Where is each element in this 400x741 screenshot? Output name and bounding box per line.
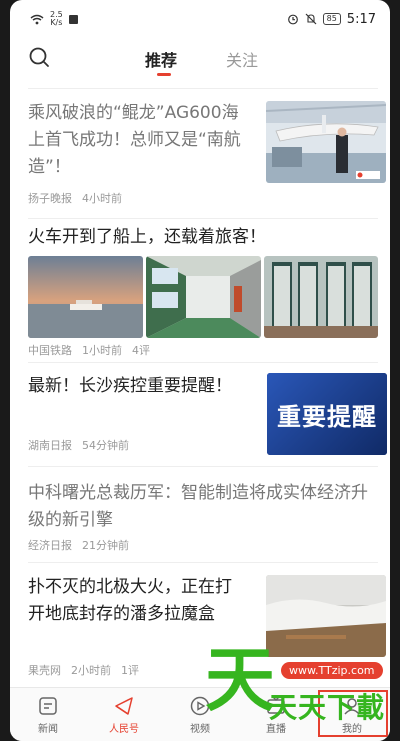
news-thumbnail: 重要提醒 xyxy=(267,373,387,455)
bottom-tab-label: 人民号 xyxy=(109,724,139,735)
bottom-tab-news[interactable]: 新闻 xyxy=(10,688,86,741)
news-item[interactable]: 扑不灭的北极大火，正在打开地底封存的潘多拉魔盒 果壳网 2小时前 1评 xyxy=(28,574,386,684)
news-feed[interactable]: ━━━━━━ ━━━━━━ 乘风破浪的“鲲龙”AG600海上首飞成功！总师又是“… xyxy=(10,78,390,687)
news-title: 扑不灭的北极大火，正在打开地底封存的潘多拉魔盒 xyxy=(28,577,232,624)
tab-follow[interactable]: 关注 xyxy=(226,47,258,71)
divider xyxy=(28,466,378,467)
bottom-tab-video[interactable]: 视频 xyxy=(162,688,238,741)
news-meta: 果壳网 2小时前 1评 xyxy=(28,662,149,678)
news-title: 乘风破浪的“鲲龙”AG600海上首飞成功！总师又是“南航造”！ xyxy=(28,103,241,177)
bottom-tab-live[interactable]: 直播 xyxy=(238,688,314,741)
news-comments: 4评 xyxy=(132,344,150,357)
search-icon[interactable] xyxy=(28,46,50,68)
news-meta: 湖南日报 54分钟前 xyxy=(28,437,139,453)
tab-active-indicator xyxy=(157,73,171,76)
news-title: 中科曙光总裁历军：智能制造将成实体经济升级的新引擎 xyxy=(28,483,368,530)
previous-item-meta-partial: ━━━━━━ ━━━━━━ xyxy=(28,78,111,83)
news-item[interactable]: 中科曙光总裁历军：智能制造将成实体经济升级的新引擎 经济日报 21分钟前 xyxy=(28,480,378,560)
network-speed-unit: K/s xyxy=(50,18,63,27)
news-time: 2小时前 xyxy=(71,664,111,677)
bottom-tab-label: 直播 xyxy=(266,724,286,735)
thumbnail-caption: 重要提醒 xyxy=(277,402,377,431)
news-item[interactable]: 乘风破浪的“鲲龙”AG600海上首飞成功！总师又是“南航造”！ 扬子晚报 4小时前 xyxy=(28,100,386,218)
news-meta: 扬子晚报 4小时前 xyxy=(28,190,132,206)
news-item[interactable]: 火车开到了船上，还载着旅客！ 中国铁路 1小时前 4评 xyxy=(28,224,378,362)
news-time: 54分钟前 xyxy=(82,439,129,452)
news-thumbnail xyxy=(266,575,386,657)
divider xyxy=(28,362,378,363)
bottom-tab-renminhao[interactable]: 人民号 xyxy=(86,688,162,741)
paper-plane-icon xyxy=(115,697,133,715)
news-time: 21分钟前 xyxy=(82,539,129,552)
news-time: 4小时前 xyxy=(82,192,122,205)
divider xyxy=(28,562,378,563)
news-title: 火车开到了船上，还载着旅客！ xyxy=(28,227,266,247)
alarm-icon xyxy=(287,14,298,25)
news-title: 最新！长沙疾控重要提醒！ xyxy=(28,376,232,396)
news-time: 1小时前 xyxy=(82,344,122,357)
live-icon xyxy=(267,696,285,714)
bottom-tab-label: 视频 xyxy=(190,724,210,735)
network-speed: 2.5 K/s xyxy=(50,11,63,27)
bottom-tab-mine[interactable]: 我的 xyxy=(314,688,390,741)
tab-recommend[interactable]: 推荐 xyxy=(145,47,177,71)
news-meta: 中国铁路 1小时前 4评 xyxy=(28,342,160,358)
news-thumbnail xyxy=(28,256,143,338)
bottom-tab-label: 新闻 xyxy=(38,724,58,735)
divider xyxy=(28,88,378,89)
news-thumbnail xyxy=(266,101,386,183)
news-meta: 经济日报 21分钟前 xyxy=(28,537,139,553)
battery-indicator: 85 xyxy=(322,13,341,25)
news-item[interactable]: 最新！长沙疾控重要提醒！ 湖南日报 54分钟前 重要提醒 xyxy=(28,373,387,463)
divider xyxy=(28,218,378,219)
status-time: 5:17 xyxy=(346,11,376,27)
news-icon xyxy=(39,697,57,715)
play-icon xyxy=(190,696,210,716)
news-source: 经济日报 xyxy=(28,539,72,552)
phone-screen: 2.5 K/s 85 5:17 推荐 关注 ━━━━ xyxy=(10,0,390,741)
notification-square-icon xyxy=(68,14,78,24)
news-comments: 1评 xyxy=(121,664,139,677)
status-bar: 2.5 K/s 85 5:17 xyxy=(10,0,390,38)
news-source: 中国铁路 xyxy=(28,344,72,357)
news-thumbnail xyxy=(264,256,378,338)
wifi-icon xyxy=(30,14,44,24)
news-source: 果壳网 xyxy=(28,664,61,677)
mute-icon xyxy=(305,13,317,25)
news-thumbnail xyxy=(146,256,261,338)
news-source: 扬子晚报 xyxy=(28,192,72,205)
top-nav: 推荐 关注 xyxy=(10,38,390,78)
news-source: 湖南日报 xyxy=(28,439,72,452)
highlight-box xyxy=(318,690,388,737)
bottom-tab-bar: 新闻 人民号 视频 直播 我的 xyxy=(10,687,390,741)
